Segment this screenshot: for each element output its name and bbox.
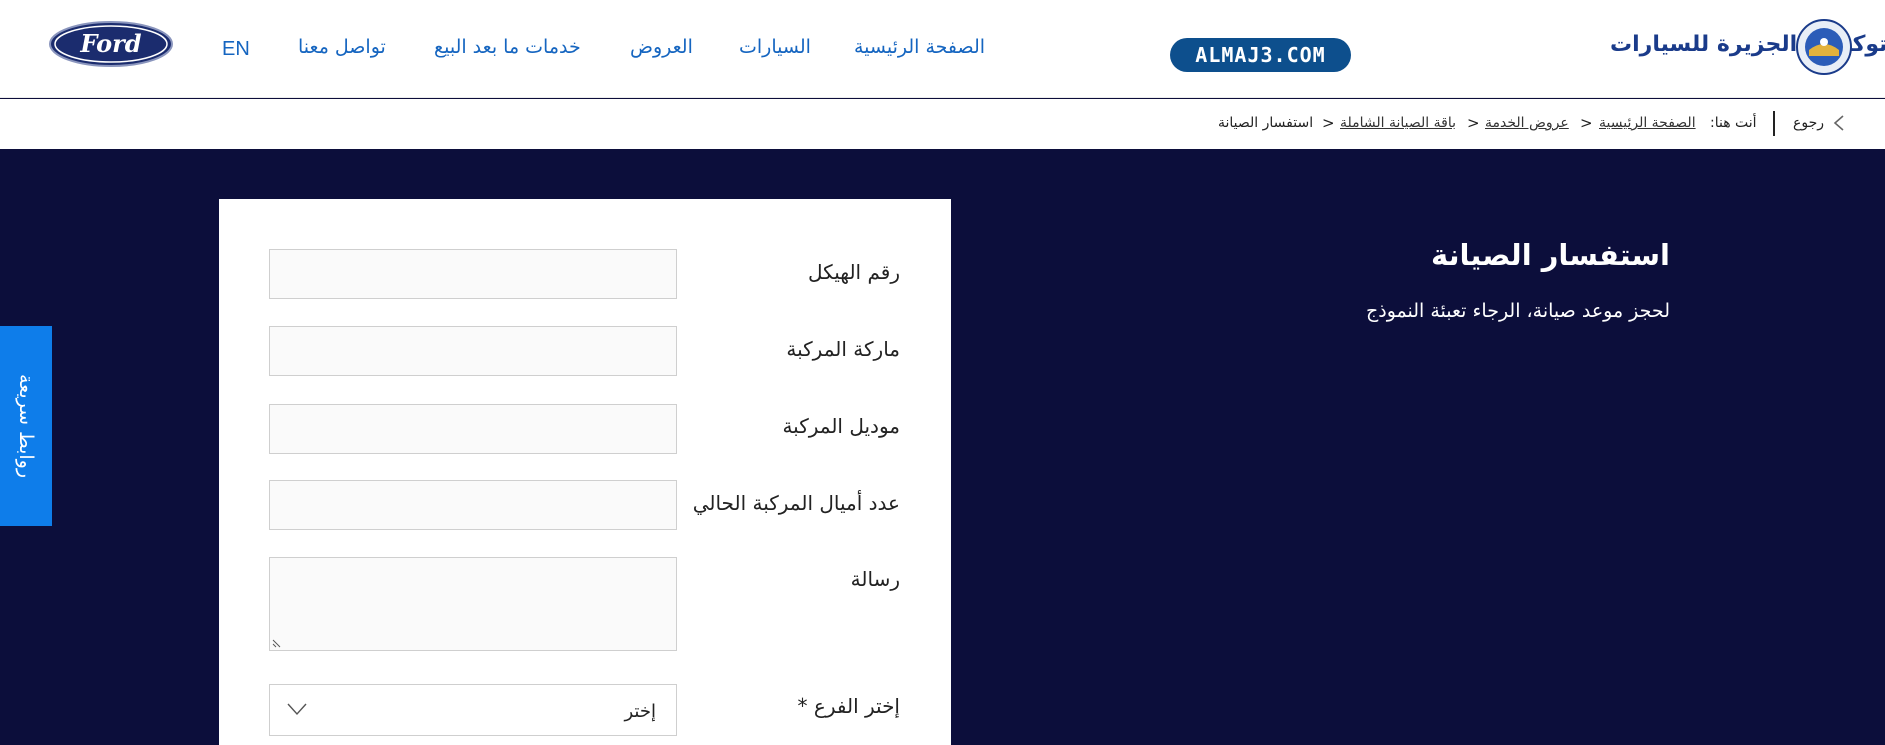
breadcrumb-package[interactable]: باقة الصيانة الشاملة: [1340, 115, 1456, 131]
quick-links-label: روابط سريعة: [15, 373, 37, 479]
resize-grip-icon[interactable]: [272, 638, 282, 648]
page-title: استفسار الصيانة: [1431, 238, 1670, 272]
vin-input[interactable]: [269, 249, 677, 299]
model-label: موديل المركبة: [782, 414, 900, 438]
message-label: رسالة: [850, 567, 900, 591]
breadcrumb-separator: >: [1580, 114, 1593, 132]
breadcrumb-separator: >: [1467, 114, 1480, 132]
chevron-left-icon[interactable]: [1832, 114, 1846, 132]
chevron-down-icon[interactable]: [286, 702, 308, 716]
branch-select-value: إختر: [624, 701, 657, 722]
brand-input[interactable]: [269, 326, 677, 376]
message-textarea[interactable]: [269, 557, 677, 651]
nav-home[interactable]: الصفحة الرئيسية: [854, 36, 985, 58]
nav-contact[interactable]: تواصل معنا: [298, 36, 386, 58]
ford-logo-text: Ford: [79, 29, 141, 58]
back-link[interactable]: رجوع: [1793, 115, 1824, 131]
site-header: Ford EN تواصل معنا خدمات ما بعد البيع ال…: [0, 0, 1885, 98]
nav-cars[interactable]: السيارات: [739, 36, 811, 58]
inquiry-form: رقم الهيكل ماركة المركبة موديل المركبة ع…: [219, 199, 951, 745]
mileage-input[interactable]: [269, 480, 677, 530]
breadcrumb: استفسار الصيانة > باقة الصيانة الشاملة >…: [0, 99, 1885, 149]
quick-links-tab[interactable]: روابط سريعة: [0, 326, 52, 526]
brand-label: ماركة المركبة: [786, 337, 900, 361]
mileage-label: عدد أميال المركبة الحالي: [692, 491, 900, 515]
branch-label: إختر الفرع *: [797, 694, 900, 718]
breadcrumb-service-offers[interactable]: عروض الخدمة: [1485, 115, 1569, 131]
breadcrumb-separator: >: [1322, 114, 1335, 132]
almaj-badge[interactable]: ALMAJ3.COM: [1170, 38, 1351, 72]
breadcrumb-home[interactable]: الصفحة الرئيسية: [1599, 115, 1696, 131]
nav-offers[interactable]: العروض: [630, 36, 693, 58]
company-emblem-icon[interactable]: [1795, 18, 1853, 76]
vin-label: رقم الهيكل: [808, 260, 900, 284]
branch-select[interactable]: إختر: [269, 684, 677, 736]
model-input[interactable]: [269, 404, 677, 454]
breadcrumb-current: استفسار الصيانة: [1218, 115, 1314, 131]
page-subtitle: لحجز موعد صيانة، الرجاء تعبئة النموذج: [1365, 300, 1670, 322]
nav-after-sales[interactable]: خدمات ما بعد البيع: [434, 36, 581, 58]
ford-logo[interactable]: Ford: [48, 20, 174, 68]
language-toggle[interactable]: EN: [222, 38, 250, 61]
breadcrumb-divider: [1773, 111, 1775, 136]
breadcrumb-you-are-here: أنت هنا:: [1710, 115, 1757, 131]
